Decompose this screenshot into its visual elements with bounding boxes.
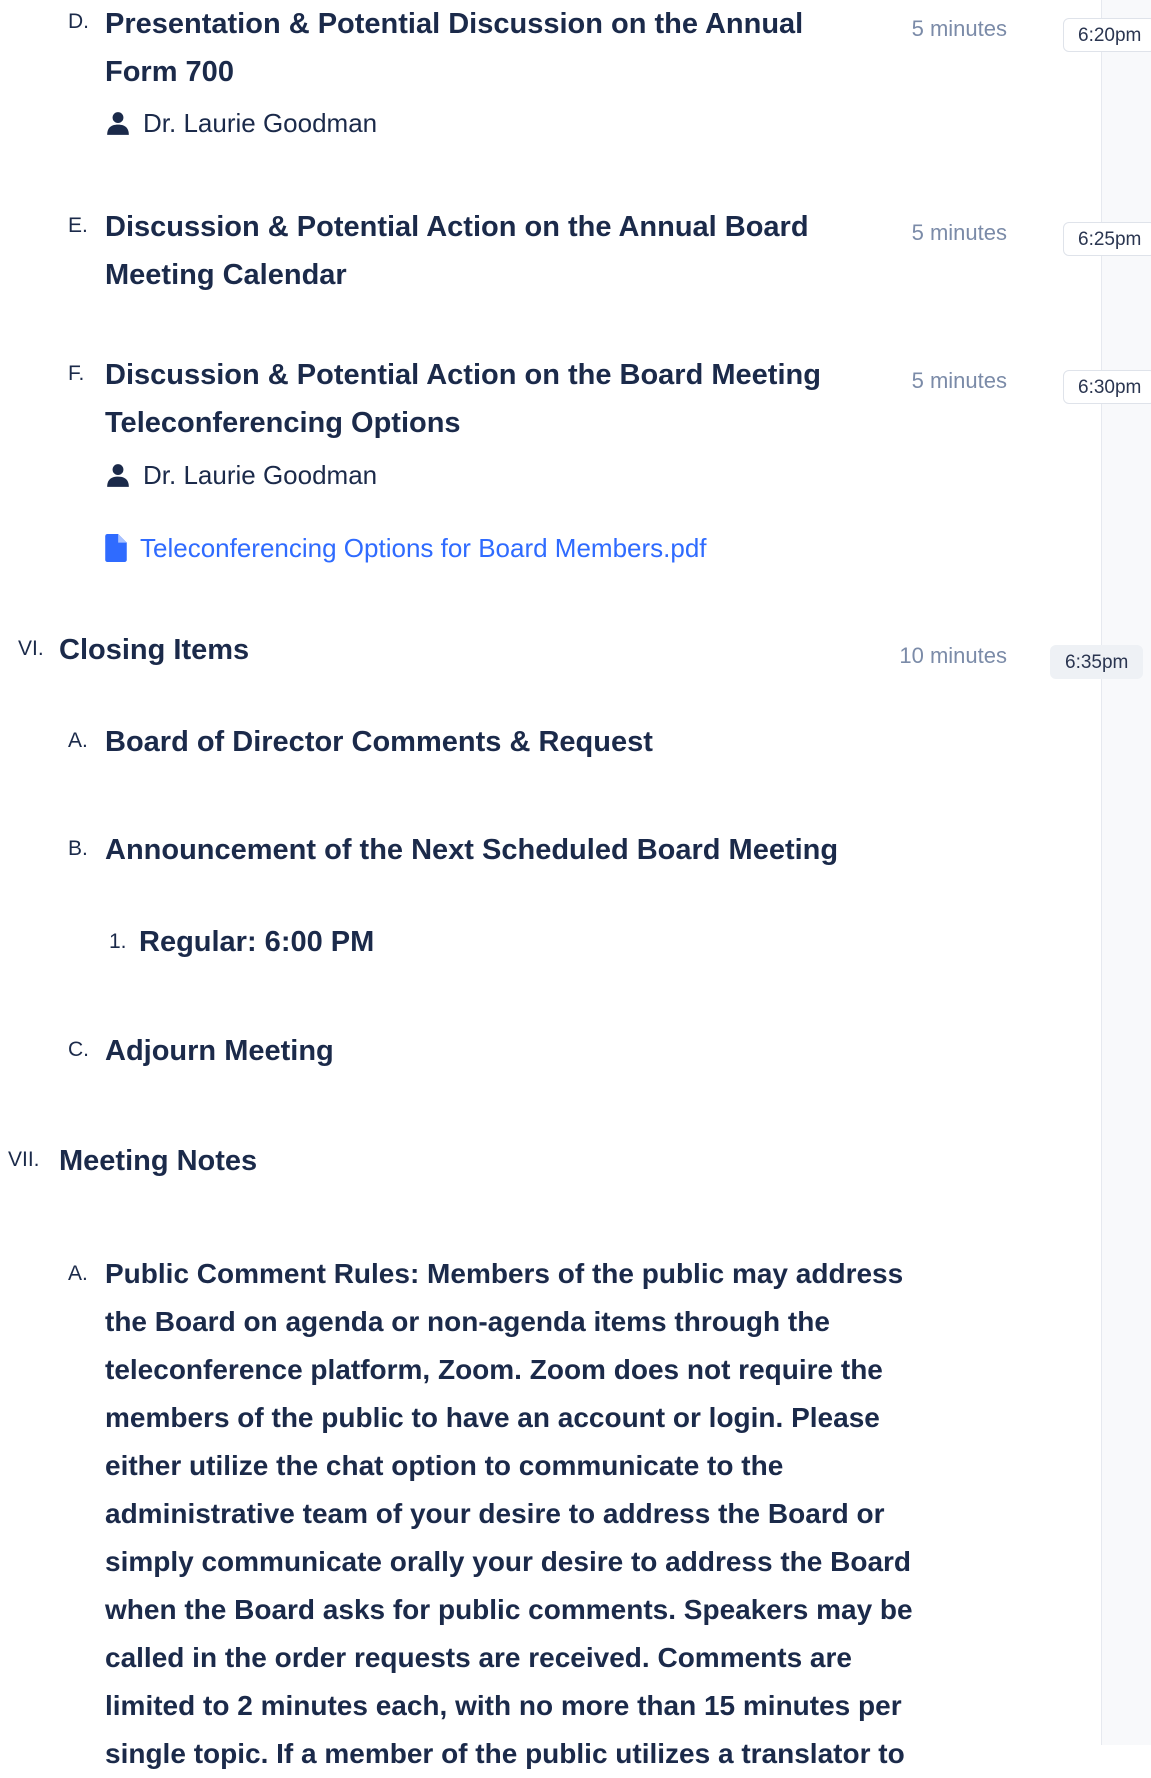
item-title: Discussion & Potential Action on the Boa…	[105, 359, 821, 439]
item-label: A.	[68, 1262, 88, 1285]
note-text: Public Comment Rules: Members of the pub…	[105, 1258, 913, 1769]
section-label: VI.	[18, 637, 44, 660]
section-time-badge: 6:35pm	[1050, 645, 1144, 679]
item-label: C.	[68, 1038, 89, 1061]
person-icon	[107, 112, 129, 135]
item-time-badge: 6:20pm	[1063, 18, 1151, 52]
item-title: Presentation & Potential Discussion on t…	[105, 8, 804, 88]
item-duration: 5 minutes	[911, 16, 1007, 41]
section-duration: 10 minutes	[899, 643, 1007, 668]
section-title: Closing Items	[59, 634, 250, 666]
presenter-name: Dr. Laurie Goodman	[143, 107, 378, 138]
item-title: Regular: 6:00 PM	[139, 926, 375, 958]
item-duration: 5 minutes	[911, 220, 1007, 245]
timeline-rail	[1101, 0, 1151, 1745]
file-icon	[105, 534, 127, 562]
item-duration: 5 minutes	[911, 368, 1007, 393]
item-title: Announcement of the Next Scheduled Board…	[105, 834, 839, 866]
presenter: Dr. Laurie Goodman	[105, 460, 377, 490]
person-icon	[107, 464, 129, 487]
item-title: Board of Director Comments & Request	[105, 726, 653, 758]
item-label: E.	[68, 214, 88, 237]
item-label: F.	[68, 362, 85, 385]
item-label: D.	[68, 10, 89, 33]
item-time-badge: 6:30pm	[1063, 370, 1151, 404]
item-label: A.	[68, 729, 88, 752]
item-time-badge: 6:25pm	[1063, 222, 1151, 256]
section-label: VII.	[8, 1148, 40, 1171]
item-label: 1.	[109, 930, 127, 953]
item-title: Discussion & Potential Action on the Ann…	[105, 211, 809, 291]
presenter-name: Dr. Laurie Goodman	[143, 459, 378, 490]
item-label: B.	[68, 837, 88, 860]
section-title: Meeting Notes	[59, 1145, 258, 1177]
attachment-link[interactable]: Teleconferencing Options for Board Membe…	[140, 533, 707, 564]
item-title: Adjourn Meeting	[105, 1035, 334, 1067]
attachment[interactable]: Teleconferencing Options for Board Membe…	[105, 533, 707, 563]
presenter: Dr. Laurie Goodman	[105, 108, 377, 138]
